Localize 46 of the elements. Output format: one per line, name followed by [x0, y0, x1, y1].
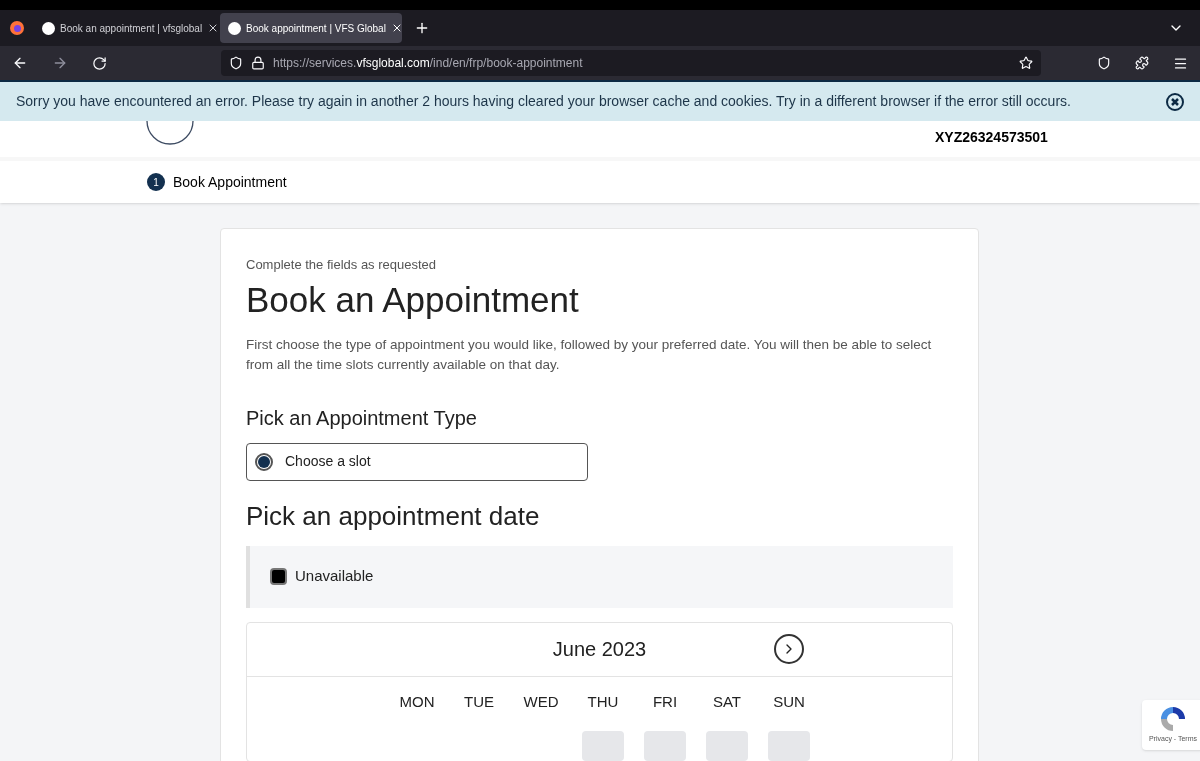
pocket-icon[interactable] — [1097, 56, 1111, 70]
weekday-label: THU — [586, 691, 620, 712]
weekday-label: MON — [398, 691, 436, 712]
weekday-label: WED — [522, 691, 560, 712]
browser-logo-icon — [9, 20, 25, 36]
url-text: https://services.vfsglobal.com/ind/en/frp/book-appointment — [273, 55, 584, 72]
day-cell[interactable] — [582, 731, 624, 761]
tab-title: Book an appointment | vfsglobal — [60, 21, 203, 36]
day-cell[interactable] — [644, 731, 686, 761]
close-icon[interactable] — [1166, 92, 1184, 111]
weekday-label: TUE — [463, 691, 495, 712]
step-label: Book Appointment — [173, 172, 287, 192]
legend-label: Unavailable — [295, 566, 374, 587]
form-title: Book an Appointment — [246, 278, 580, 321]
radio-button[interactable] — [255, 452, 273, 471]
bookmark-star-icon[interactable] — [1019, 56, 1033, 70]
browser-tab[interactable]: Book appointment | VFS Global — [220, 13, 402, 43]
form-subtitle: Complete the fields as requested — [246, 256, 438, 274]
extensions-icon[interactable] — [1135, 56, 1149, 70]
lock-icon — [251, 56, 265, 70]
new-tab-icon[interactable] — [414, 20, 430, 36]
forward-icon[interactable] — [52, 55, 68, 71]
reload-icon[interactable] — [92, 55, 107, 71]
weekday-label: SUN — [772, 691, 806, 712]
site-icon — [42, 21, 55, 35]
day-cell[interactable] — [706, 731, 748, 761]
next-month-button[interactable] — [774, 634, 804, 664]
section-heading: Pick an Appointment Type — [246, 405, 478, 431]
address-bar[interactable]: https://services.vfsglobal.com/ind/en/frp/book-appointment — [221, 50, 1041, 76]
browser-tab[interactable]: Book an appointment | vfsglobal — [34, 13, 216, 43]
menu-icon[interactable] — [1173, 55, 1188, 71]
month-title: June 2023 — [552, 637, 647, 662]
back-icon[interactable] — [12, 55, 28, 71]
appointment-type-option[interactable]: Choose a slot — [246, 442, 588, 481]
weekday-label: SAT — [711, 691, 743, 712]
day-cell[interactable] — [768, 731, 810, 761]
tab-title: Book appointment | VFS Global — [246, 21, 386, 36]
weekday-label: FRI — [651, 691, 679, 712]
shield-icon — [229, 56, 243, 70]
error-message: Sorry you have encountered an error. Please try again in another 2 hours having cleared your browser cache and cookies. Try in a different browser if the error still occurs. — [16, 92, 1072, 111]
reference-number: XYZ26324573501 — [935, 128, 1048, 147]
option-label: Choose a slot — [285, 452, 371, 471]
section-heading: Pick an appointment date — [246, 499, 541, 533]
site-icon — [228, 21, 241, 35]
step-number: 1 — [147, 173, 165, 191]
intro-text: First choose the type of appointment you would like, followed by your preferred date. You will then be able to select from all the time slots currently available on that day. — [246, 335, 933, 374]
